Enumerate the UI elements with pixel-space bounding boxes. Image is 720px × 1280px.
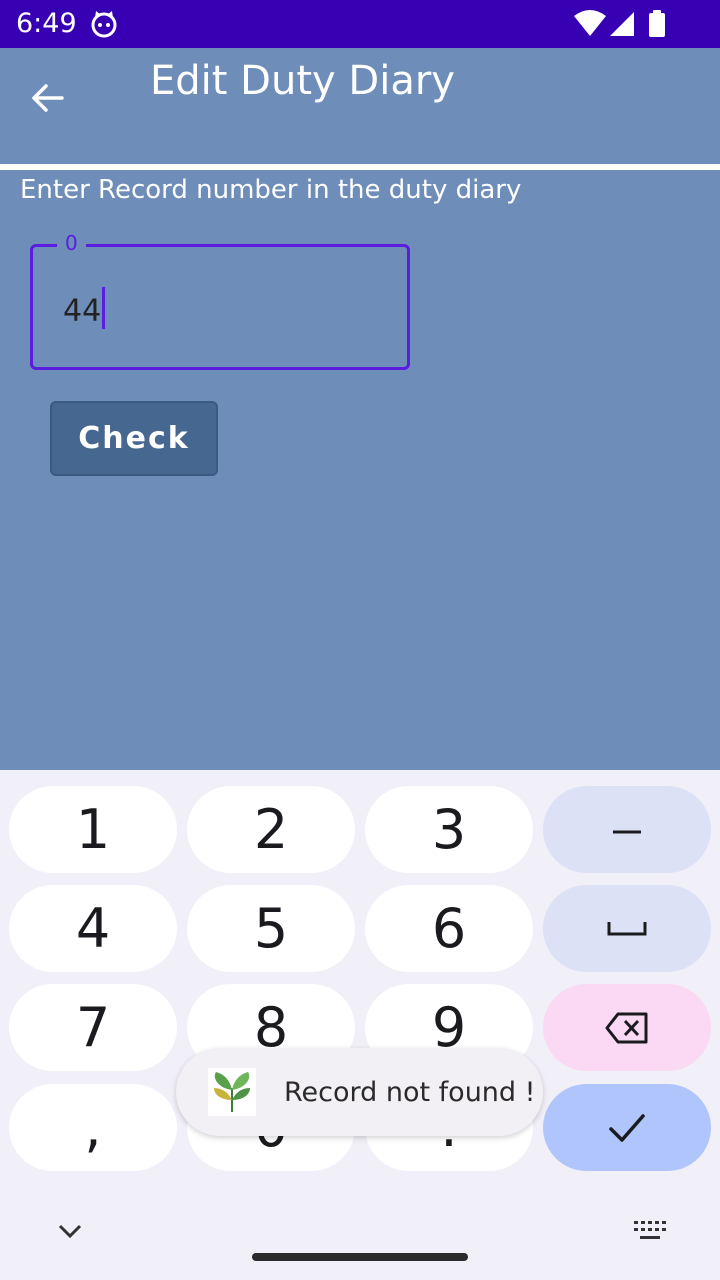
status-bar: 6:49 xyxy=(0,0,720,48)
minus-icon xyxy=(613,830,641,833)
battery-icon xyxy=(648,10,666,43)
key-comma[interactable]: , xyxy=(9,1084,177,1171)
backspace-icon xyxy=(605,1012,648,1043)
toast-message: Record not found ! xyxy=(176,1048,543,1136)
key-7[interactable]: 7 xyxy=(9,984,177,1071)
text-caret xyxy=(102,287,106,329)
wifi-icon xyxy=(574,10,606,43)
key-4[interactable]: 4 xyxy=(9,885,177,972)
check-button[interactable]: Check xyxy=(50,401,218,476)
key-1[interactable]: 1 xyxy=(9,786,177,873)
gesture-nav-handle[interactable] xyxy=(252,1253,468,1261)
record-number-input[interactable]: 44 xyxy=(63,287,106,333)
cat-icon xyxy=(90,10,118,43)
chevron-down-icon[interactable] xyxy=(50,1220,90,1249)
key-minus[interactable] xyxy=(543,786,711,873)
space-bar-icon xyxy=(607,921,647,935)
signal-icon xyxy=(608,10,634,43)
record-field-label: 0 xyxy=(57,231,86,255)
plant-leaves-icon xyxy=(208,1068,256,1116)
key-2[interactable]: 2 xyxy=(187,786,355,873)
key-space[interactable] xyxy=(543,885,711,972)
key-5[interactable]: 5 xyxy=(187,885,355,972)
record-number-value: 44 xyxy=(63,293,102,329)
numeric-keyboard: 1 2 3 4 5 6 7 8 9 , 0 . xyxy=(0,770,720,1280)
app-bar: Edit Duty Diary xyxy=(0,48,720,164)
status-time: 6:49 xyxy=(16,8,77,39)
toast-text: Record not found ! xyxy=(284,1077,536,1108)
instruction-text: Enter Record number in the duty diary xyxy=(20,175,522,205)
key-backspace[interactable] xyxy=(543,984,711,1071)
header-divider xyxy=(0,164,720,170)
keyboard-icon[interactable] xyxy=(632,1218,668,1249)
check-icon xyxy=(609,1113,645,1142)
record-number-field[interactable]: 0 44 xyxy=(30,231,410,370)
page-title: Edit Duty Diary xyxy=(150,58,455,104)
back-button[interactable] xyxy=(24,74,72,122)
key-6[interactable]: 6 xyxy=(365,885,533,972)
key-done[interactable] xyxy=(543,1084,711,1171)
key-3[interactable]: 3 xyxy=(365,786,533,873)
arrow-back-icon xyxy=(32,84,64,112)
